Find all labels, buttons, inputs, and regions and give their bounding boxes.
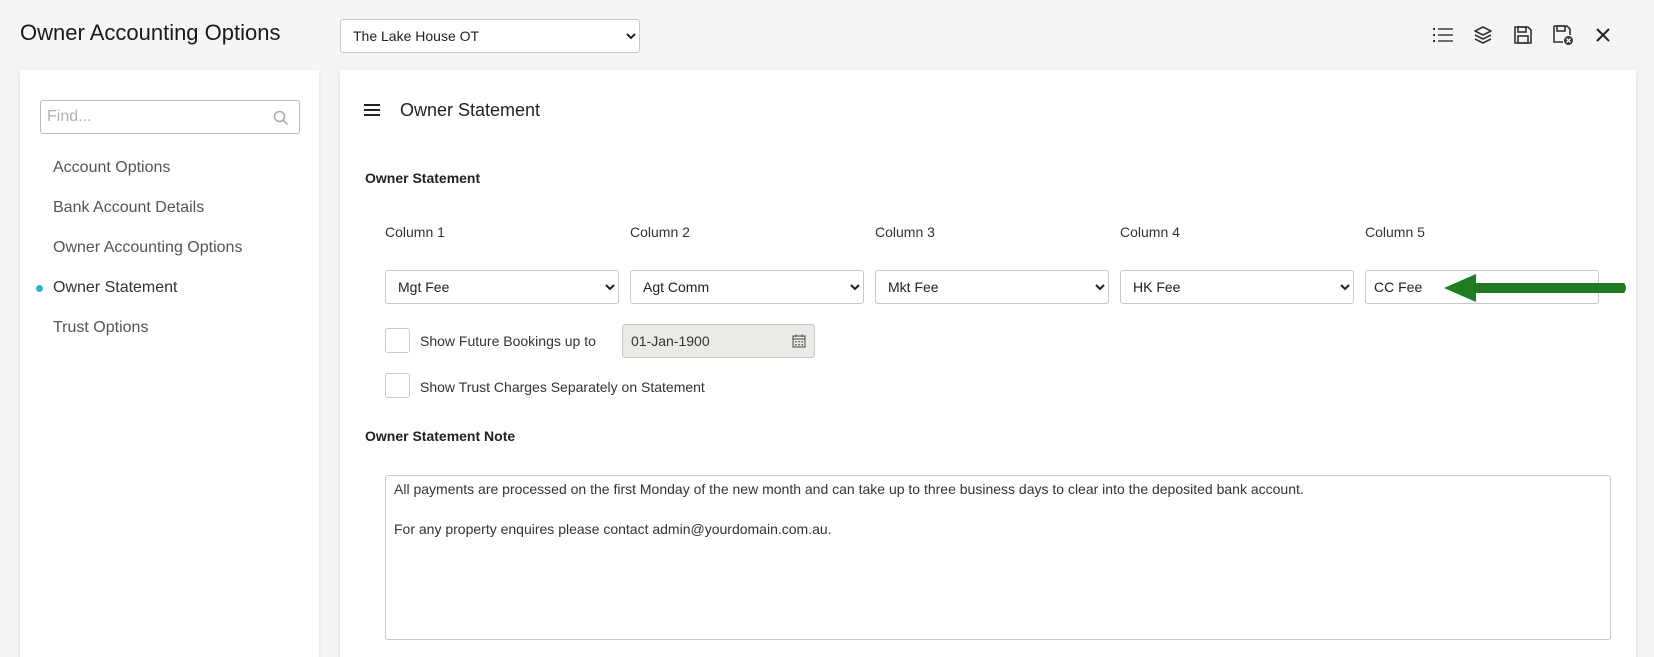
layers-icon [1474, 26, 1492, 44]
section-title-owner-statement-note: Owner Statement Note [365, 428, 516, 444]
sidebar-item-owner-accounting-options[interactable]: Owner Accounting Options [20, 228, 319, 268]
close-icon [1596, 28, 1610, 42]
sidebar-item-owner-statement[interactable]: Owner Statement [20, 268, 319, 308]
search-icon [273, 110, 289, 126]
arrow-indicator [1444, 274, 1626, 302]
future-bookings-date-field[interactable]: 01-Jan-1900 [622, 324, 815, 358]
main-panel: Owner Statement Owner Statement Column 1… [340, 70, 1636, 657]
section-title-owner-statement: Owner Statement [365, 170, 481, 186]
column-3-label: Column 3 [875, 224, 935, 240]
toolbar [1430, 22, 1616, 48]
column-1-select[interactable]: Mgt Fee [385, 270, 619, 304]
layers-button[interactable] [1470, 22, 1496, 48]
save-button[interactable] [1510, 22, 1536, 48]
future-bookings-checkbox[interactable] [385, 328, 410, 353]
panel-title: Owner Statement [400, 100, 541, 120]
page-title: Owner Accounting Options [20, 20, 281, 45]
sidebar-nav: Account Options Bank Account Details Own… [20, 148, 319, 348]
column-2-select[interactable]: Agt Comm [630, 270, 864, 304]
note-line: For any property enquires please contact… [394, 521, 832, 537]
column-4-select[interactable]: HK Fee [1120, 270, 1354, 304]
future-bookings-date-value: 01-Jan-1900 [631, 333, 710, 349]
future-bookings-label: Show Future Bookings up to [420, 333, 596, 349]
sidebar-item-label: Bank Account Details [53, 199, 205, 216]
sidebar-search [40, 100, 300, 134]
note-line: All payments are processed on the first … [394, 481, 1304, 497]
sidebar-item-bank-account-details[interactable]: Bank Account Details [20, 188, 319, 228]
sidebar: Account Options Bank Account Details Own… [20, 70, 319, 657]
save-and-close-icon [1553, 25, 1573, 45]
owner-statement-note-textarea[interactable]: All payments are processed on the first … [385, 475, 1611, 640]
sidebar-item-account-options[interactable]: Account Options [20, 148, 319, 188]
trust-charges-checkbox[interactable] [385, 373, 410, 398]
sidebar-item-trust-options[interactable]: Trust Options [20, 308, 319, 348]
sidebar-item-label: Owner Accounting Options [53, 239, 243, 256]
sidebar-item-label: Trust Options [53, 319, 149, 336]
trust-charges-label: Show Trust Charges Separately on Stateme… [420, 379, 705, 395]
column-1-label: Column 1 [385, 224, 445, 240]
close-button[interactable] [1590, 22, 1616, 48]
column-5-label: Column 5 [1365, 224, 1425, 240]
column-4-label: Column 4 [1120, 224, 1180, 240]
save-icon [1514, 26, 1532, 44]
property-select[interactable]: The Lake House OT [340, 19, 640, 53]
sidebar-item-label: Account Options [53, 159, 171, 176]
save-and-close-button[interactable] [1550, 22, 1576, 48]
panel-menu-button[interactable] [364, 103, 380, 122]
search-input[interactable] [41, 101, 261, 133]
list-button[interactable] [1430, 22, 1456, 48]
list-icon [1433, 28, 1453, 42]
hamburger-icon [364, 104, 380, 116]
calendar-icon [792, 334, 806, 348]
column-2-label: Column 2 [630, 224, 690, 240]
active-indicator-dot [36, 285, 43, 292]
column-3-select[interactable]: Mkt Fee [875, 270, 1109, 304]
sidebar-item-label: Owner Statement [53, 279, 178, 296]
